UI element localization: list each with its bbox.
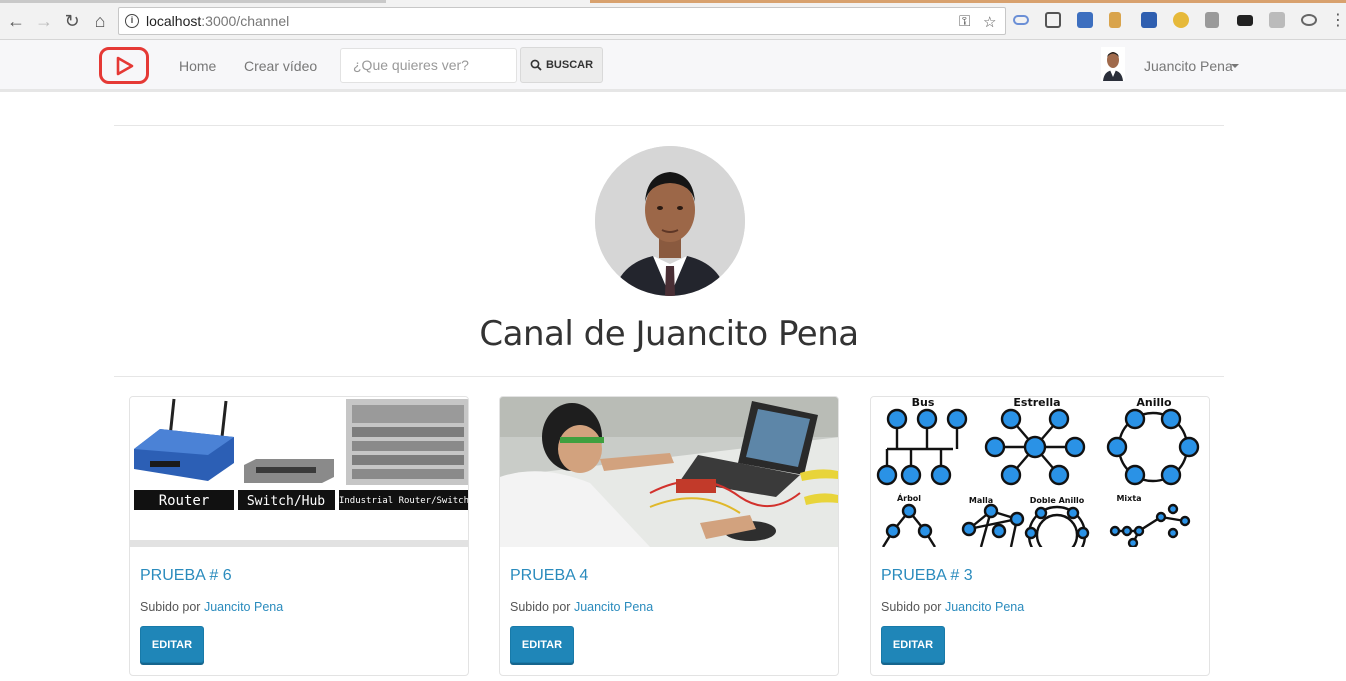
thumb-label: Árbol [897, 492, 921, 503]
edit-button[interactable]: EDITAR [140, 626, 204, 663]
thumb-label: Bus [912, 397, 935, 409]
chevron-down-icon[interactable] [1231, 64, 1239, 68]
home-icon[interactable]: ⌂ [90, 11, 110, 31]
upload-extension-icon[interactable] [1077, 12, 1093, 28]
video-thumbnail[interactable] [500, 397, 838, 547]
section-divider [114, 376, 1224, 377]
user-menu-name[interactable]: Juancito Pena [1144, 58, 1233, 74]
thumb-label: Mixta [1116, 494, 1141, 503]
color-extension-icon[interactable] [1173, 12, 1189, 28]
browser-toolbar: ← → ↻ ⌂ i localhost:3000/channel ⚿ ☆ ⋮ [0, 0, 1346, 40]
thumb-label: Malla [969, 496, 993, 505]
author-link[interactable]: Juancito Pena [945, 600, 1024, 614]
thumb-label: Doble Anillo [1030, 496, 1085, 505]
eyedropper-extension-icon[interactable] [1205, 12, 1219, 28]
menu-dots-icon[interactable]: ⋮ [1328, 11, 1346, 31]
uploaded-by: Subido por Juancito Pena [140, 600, 284, 614]
tab-strip-left [0, 0, 386, 3]
author-link[interactable]: Juancito Pena [204, 600, 283, 614]
tag-extension-icon[interactable] [1109, 12, 1121, 28]
channel-title: Canal de Juancito Pena [479, 314, 859, 354]
edit-button[interactable]: EDITAR [510, 626, 574, 663]
cloud-extension-icon[interactable] [1013, 15, 1029, 25]
video-title[interactable]: PRUEBA # 6 [140, 567, 232, 585]
cloudhq-extension-icon[interactable] [1269, 12, 1285, 28]
video-card: Router Switch/Hub Industrial Router/Swit… [129, 396, 469, 676]
nav-link-create-video[interactable]: Crear vídeo [244, 58, 317, 74]
bookmark-extension-icon[interactable] [1141, 12, 1157, 28]
forward-icon[interactable]: → [34, 11, 54, 31]
info-icon[interactable]: i [125, 14, 139, 28]
video-extension-icon[interactable] [1237, 15, 1253, 26]
search-button-label: BUSCAR [545, 59, 594, 71]
search-button[interactable]: BUSCAR [520, 47, 603, 83]
nav-link-home[interactable]: Home [179, 58, 216, 74]
video-thumbnail[interactable]: Bus Estrella Anillo Árbol Malla Doble An… [871, 397, 1209, 547]
uploaded-by: Subido por Juancito Pena [510, 600, 654, 614]
key-icon[interactable]: ⚿ [959, 13, 970, 30]
video-card: Bus Estrella Anillo Árbol Malla Doble An… [870, 396, 1210, 676]
video-card: PRUEBA 4 Subido por Juancito Pena EDITAR [499, 396, 839, 676]
channel-avatar [595, 146, 745, 296]
video-thumbnail[interactable]: Router Switch/Hub Industrial Router/Swit… [130, 397, 469, 547]
avatar[interactable] [1101, 47, 1125, 81]
back-icon[interactable]: ← [6, 11, 26, 31]
top-divider [114, 125, 1224, 126]
play-logo-icon[interactable] [99, 47, 149, 84]
url-text: localhost:3000/channel [146, 13, 290, 29]
uploaded-by: Subido por Juancito Pena [881, 600, 1025, 614]
bus-extension-icon[interactable] [1045, 12, 1061, 28]
address-bar[interactable]: i localhost:3000/channel ⚿ ☆ [118, 7, 1006, 35]
video-title[interactable]: PRUEBA # 3 [881, 567, 973, 585]
reload-icon[interactable]: ↻ [62, 11, 82, 31]
video-title[interactable]: PRUEBA 4 [510, 567, 588, 585]
eye-extension-icon[interactable] [1301, 14, 1317, 26]
thumb-label: Switch/Hub [247, 494, 325, 509]
thumb-label: Router [159, 493, 210, 509]
edit-button[interactable]: EDITAR [881, 626, 945, 663]
thumb-label: Anillo [1136, 397, 1172, 409]
search-input[interactable]: ¿Que quieres ver? [340, 48, 517, 83]
tab-strip-right [590, 0, 1346, 3]
thumb-label: Estrella [1013, 397, 1060, 409]
search-icon [530, 59, 542, 71]
star-icon[interactable]: ☆ [983, 13, 996, 31]
thumb-label: Industrial Router/Switch [339, 496, 469, 506]
author-link[interactable]: Juancito Pena [574, 600, 653, 614]
app-navbar: Home Crear vídeo ¿Que quieres ver? BUSCA… [0, 40, 1346, 92]
